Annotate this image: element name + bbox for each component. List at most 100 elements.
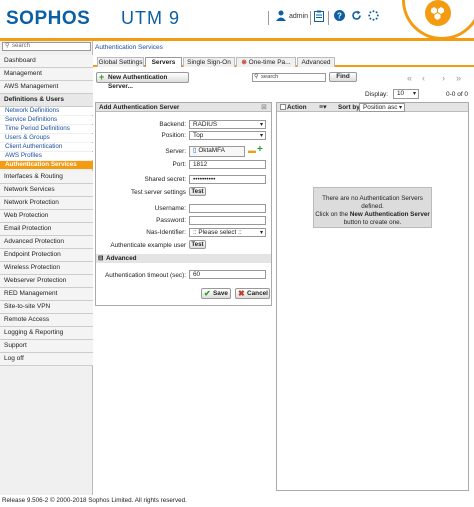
sidebar-subitem-authentication-services[interactable]: Authentication Services — [0, 161, 93, 169]
display-select[interactable]: 10 — [393, 89, 419, 99]
server-field[interactable]: ▯ OktaMFA — [189, 146, 245, 157]
user-icon[interactable] — [276, 10, 286, 24]
advanced-label: Advanced — [106, 255, 137, 262]
product-name: UTM 9 — [121, 8, 180, 28]
plus-icon: + — [99, 72, 105, 82]
clipboard-icon[interactable] — [314, 10, 324, 25]
tab-global-settings[interactable]: Global Settings — [97, 57, 144, 67]
timeout-field[interactable]: 60 — [189, 270, 266, 279]
sidebar-subitem-users-groups[interactable]: Users & Groups — [0, 134, 93, 142]
shield-badge-icon — [421, 0, 455, 28]
empty-line-2: defined. — [361, 203, 384, 210]
sidebar-item-log-off[interactable]: Log off — [0, 353, 93, 366]
sidebar-item-support[interactable]: Support — [0, 340, 93, 353]
prev-page-icon[interactable]: ‹ — [422, 73, 425, 83]
collapse-icon: ⊟ — [98, 255, 104, 262]
sidebar-item-web-protection[interactable]: Web Protection — [0, 210, 93, 223]
username-label[interactable]: admin — [289, 13, 308, 20]
list-search-input[interactable]: ⚲ search — [252, 73, 326, 82]
port-field[interactable]: 1812 — [189, 160, 266, 169]
password-label: Password: — [156, 217, 186, 224]
backend-select[interactable]: RADIUS — [189, 120, 266, 129]
port-label: Port: — [172, 161, 187, 168]
next-page-icon[interactable]: › — [442, 73, 445, 83]
sidebar-item-endpoint-protection[interactable]: Endpoint Protection — [0, 249, 93, 262]
sidebar-subitem-network-definitions[interactable]: Network Definitions — [0, 107, 93, 115]
server-value: OktaMFA — [198, 147, 225, 154]
username-field[interactable] — [189, 204, 266, 213]
password-field[interactable] — [189, 216, 266, 225]
close-icon[interactable]: ⊠ — [261, 103, 267, 111]
tab-servers[interactable]: Servers — [145, 57, 182, 67]
position-label: Position: — [161, 132, 186, 139]
sidebar-item-management[interactable]: Management — [0, 68, 93, 81]
error-icon: ⊗ — [241, 59, 247, 66]
shared-secret-label: Shared secret: — [144, 176, 186, 183]
new-authentication-server-button[interactable]: + New Authentication Server... — [96, 72, 189, 90]
breadcrumb: Authentication Services — [95, 44, 163, 51]
sidebar-item-email-protection[interactable]: Email Protection — [0, 223, 93, 236]
shared-secret-field[interactable]: •••••••••• — [189, 175, 266, 184]
empty-line-1: There are no Authentication Servers — [322, 195, 423, 202]
help-icon[interactable]: ? — [334, 10, 345, 24]
test-example-user-button[interactable]: Test — [189, 240, 206, 249]
first-page-icon[interactable]: « — [407, 73, 412, 83]
header-separator — [310, 11, 311, 25]
sidebar-search-placeholder: search — [12, 43, 31, 49]
checkmark-icon: ✔ — [204, 289, 211, 298]
column-menu-icon[interactable]: ≡▾ — [319, 103, 327, 111]
sidebar-item-advanced-protection[interactable]: Advanced Protection — [0, 236, 93, 249]
cancel-button[interactable]: ✖ Cancel — [235, 288, 270, 299]
save-button[interactable]: ✔ Save — [201, 288, 231, 299]
sidebar-item-aws-management[interactable]: AWS Management — [0, 81, 93, 94]
cancel-label: Cancel — [247, 290, 268, 297]
sidebar-item-network-services[interactable]: Network Services — [0, 184, 93, 197]
tab-one-time-label: One-time Pa... — [248, 59, 291, 66]
empty-line-4: button to create one. — [343, 219, 402, 226]
find-button[interactable]: Find — [329, 72, 357, 82]
select-all-checkbox[interactable] — [280, 104, 286, 110]
add-server-icon[interactable]: + — [257, 144, 263, 155]
action-label: Action — [287, 104, 307, 111]
display-label: Display: — [365, 91, 389, 98]
empty-line-3: Click on the — [315, 211, 349, 218]
sidebar-item-site-to-site-vpn[interactable]: Site-to-site VPN — [0, 301, 93, 314]
tab-one-time-passwords[interactable]: ⊗ One-time Pa... — [236, 57, 296, 67]
sophos-logo: SOPHOS — [6, 8, 91, 29]
sidebar-item-remote-access[interactable]: Remote Access — [0, 314, 93, 327]
sidebar-item-dashboard[interactable]: Dashboard — [0, 55, 93, 68]
advanced-section-toggle[interactable]: ⊟ Advanced — [96, 254, 271, 263]
sidebar-item-wireless-protection[interactable]: Wireless Protection — [0, 262, 93, 275]
sidebar-item-network-protection[interactable]: Network Protection — [0, 197, 93, 210]
sidebar-search-input[interactable]: ⚲ search — [2, 42, 91, 51]
sidebar-item-webserver-protection[interactable]: Webserver Protection — [0, 275, 93, 288]
result-count: 0-0 of 0 — [446, 91, 469, 98]
tab-advanced[interactable]: Advanced — [297, 57, 335, 67]
folder-icon[interactable]: ▬ — [248, 146, 256, 155]
backend-label: Backend: — [159, 121, 186, 128]
sidebar-item-interfaces-routing[interactable]: Interfaces & Routing — [0, 171, 93, 184]
position-select[interactable]: Top — [189, 131, 266, 140]
sort-by-select[interactable]: Position asc — [359, 103, 405, 112]
empty-line-3-wrap: Click on the New Authentication Server — [314, 211, 431, 219]
test-server-button[interactable]: Test — [189, 187, 206, 196]
sidebar-subitem-time-period-definitions[interactable]: Time Period Definitions — [0, 125, 93, 133]
sidebar-subitem-service-definitions[interactable]: Service Definitions — [0, 116, 93, 124]
empty-list-message: There are no Authentication Servers defi… — [313, 187, 432, 228]
sidebar-subitem-client-authentication[interactable]: Client Authentication — [0, 143, 93, 151]
empty-bold: New Authentication Server — [349, 211, 430, 218]
sidebar-subitem-aws-profiles[interactable]: AWS Profiles — [0, 152, 93, 160]
panel-title: Add Authentication Server — [96, 103, 271, 112]
nas-identifier-select[interactable]: :: Please select :: — [189, 228, 266, 237]
search-icon: ⚲ — [254, 74, 259, 80]
new-button-label: New Authentication Server... — [108, 74, 168, 90]
username-label: Username: — [154, 205, 186, 212]
sidebar-item-red-management[interactable]: RED Management — [0, 288, 93, 301]
header-separator — [328, 11, 329, 25]
refresh-icon[interactable] — [351, 10, 362, 24]
last-page-icon[interactable]: » — [456, 73, 461, 83]
header-separator — [268, 11, 269, 25]
sidebar-item-definitions-users[interactable]: Definitions & Users — [0, 94, 93, 107]
tab-single-sign-on[interactable]: Single Sign-On — [183, 57, 235, 67]
sidebar-item-logging-reporting[interactable]: Logging & Reporting — [0, 327, 93, 340]
